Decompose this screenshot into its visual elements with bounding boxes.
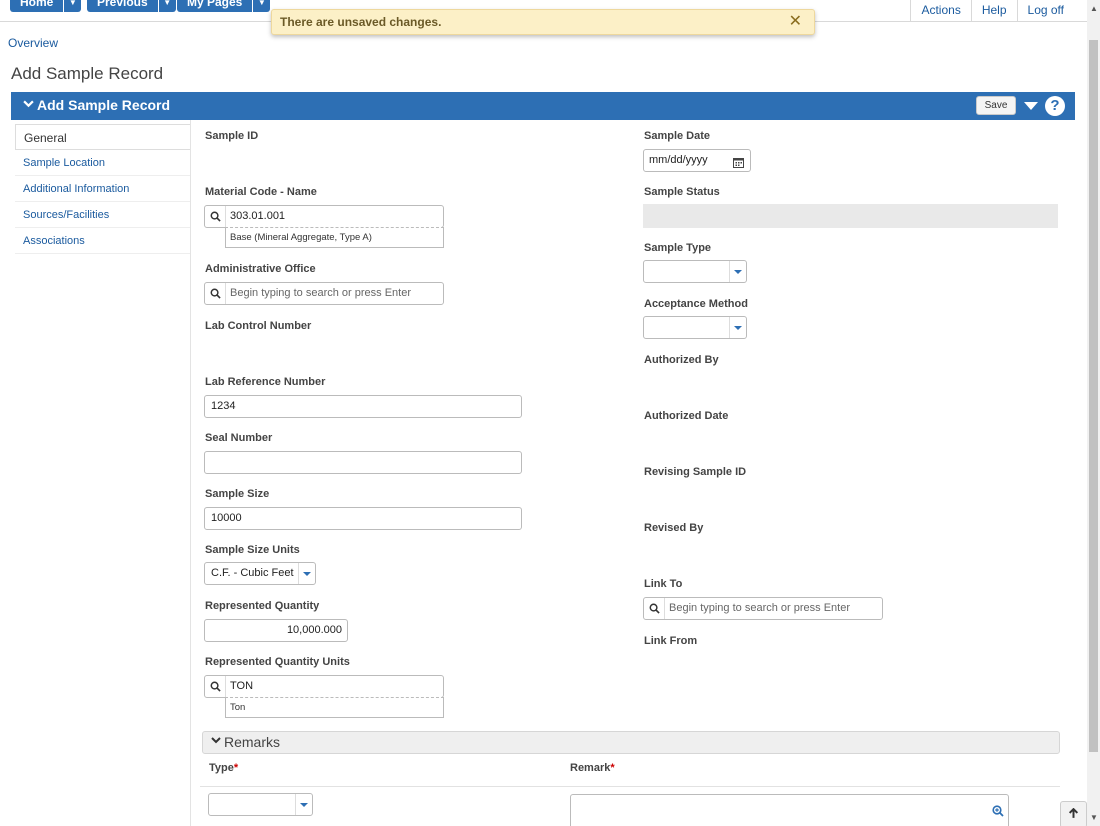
sample-date-placeholder: mm/dd/yyyy: [649, 154, 708, 166]
chevron-down-icon[interactable]: ▼: [63, 0, 81, 12]
log-off-link[interactable]: Log off: [1016, 0, 1074, 22]
vertical-scrollbar[interactable]: ▲ ▼: [1087, 0, 1100, 826]
my-pages-menu[interactable]: My Pages ▼: [177, 0, 271, 12]
authorized-by-label: Authorized By: [644, 354, 719, 366]
sidebar-item-sample-location[interactable]: Sample Location: [15, 150, 190, 176]
breadcrumb-overview[interactable]: Overview: [8, 36, 58, 50]
section-sidebar: General Sample Location Additional Infor…: [15, 124, 190, 254]
sample-id-label: Sample ID: [205, 130, 259, 142]
acceptance-method-label: Acceptance Method: [644, 298, 748, 310]
unsaved-changes-toast: There are unsaved changes. ✕: [271, 9, 815, 35]
remarks-title: Remarks: [224, 734, 281, 750]
panel-title: Add Sample Record: [37, 97, 171, 113]
material-code-description: Base (Mineral Aggregate, Type A): [225, 227, 444, 248]
chevron-down-icon[interactable]: [23, 98, 34, 112]
required-marker: *: [233, 762, 239, 774]
panel-header: Add Sample Record Save ?: [11, 92, 1075, 120]
close-icon[interactable]: ✕: [789, 10, 802, 34]
zoom-in-icon[interactable]: [992, 805, 1004, 820]
sample-size-input[interactable]: 10000: [204, 507, 522, 530]
acceptance-method-select[interactable]: [643, 316, 747, 339]
chevron-down-icon[interactable]: [729, 317, 746, 338]
scroll-down-icon[interactable]: ▼: [1090, 813, 1098, 822]
lab-reference-number-label: Lab Reference Number: [205, 376, 326, 388]
help-icon[interactable]: ?: [1045, 96, 1065, 116]
lab-control-number-label: Lab Control Number: [205, 320, 312, 332]
lab-reference-number-input[interactable]: 1234: [204, 395, 522, 418]
administrative-office-placeholder: Begin typing to search or press Enter: [230, 287, 411, 299]
sample-type-select[interactable]: [643, 260, 747, 283]
previous-button[interactable]: Previous: [87, 0, 158, 12]
sample-size-units-value: C.F. - Cubic Feet: [211, 567, 294, 579]
search-icon[interactable]: [205, 206, 226, 227]
represented-quantity-label: Represented Quantity: [205, 600, 320, 612]
remarks-remark-header: Remark*: [570, 762, 615, 774]
sidebar-item-additional-information[interactable]: Additional Information: [15, 176, 190, 202]
sample-size-label: Sample Size: [205, 488, 270, 500]
chevron-down-icon[interactable]: [729, 261, 746, 282]
link-to-field[interactable]: Begin typing to search or press Enter: [643, 597, 883, 620]
remark-header-text: Remark: [570, 762, 611, 774]
toast-message: There are unsaved changes.: [280, 15, 442, 29]
represented-quantity-units-description: Ton: [225, 697, 444, 718]
chevron-down-icon[interactable]: [295, 794, 312, 815]
sidebar-item-sources-facilities[interactable]: Sources/Facilities: [15, 202, 190, 228]
administrative-office-label: Administrative Office: [205, 263, 316, 275]
search-icon[interactable]: [205, 676, 226, 697]
scroll-up-icon[interactable]: ▲: [1090, 4, 1098, 13]
sample-date-input[interactable]: mm/dd/yyyy: [643, 149, 751, 172]
chevron-down-icon[interactable]: ▼: [252, 0, 270, 12]
remarks-divider: [200, 786, 1060, 787]
revised-by-label: Revised By: [644, 522, 704, 534]
material-code-label: Material Code - Name: [205, 186, 317, 198]
represented-quantity-input[interactable]: 10,000.000: [204, 619, 348, 642]
sample-type-label: Sample Type: [644, 242, 712, 254]
remarks-type-header: Type*: [209, 762, 238, 774]
material-code-field[interactable]: 303.01.001: [204, 205, 444, 228]
sidebar-item-associations[interactable]: Associations: [15, 228, 190, 254]
seal-number-label: Seal Number: [205, 432, 273, 444]
link-to-label: Link To: [644, 578, 683, 590]
link-from-label: Link From: [644, 635, 698, 647]
authorized-date-label: Authorized Date: [644, 410, 729, 422]
sample-date-label: Sample Date: [644, 130, 711, 142]
remarks-section-header[interactable]: Remarks: [202, 731, 1060, 754]
sidebar-item-general[interactable]: General: [15, 124, 190, 150]
scroll-to-top-button[interactable]: [1060, 801, 1087, 826]
previous-menu[interactable]: Previous ▼: [87, 0, 176, 12]
remark-type-select[interactable]: [208, 793, 313, 816]
administrative-office-field[interactable]: Begin typing to search or press Enter: [204, 282, 444, 305]
chevron-down-icon[interactable]: [211, 735, 221, 748]
represented-quantity-units-label: Represented Quantity Units: [205, 656, 350, 668]
panel-menu-icon[interactable]: [1024, 102, 1038, 110]
home-button[interactable]: Home: [10, 0, 63, 12]
scrollbar-thumb[interactable]: [1089, 40, 1098, 752]
remark-textarea[interactable]: [570, 794, 1009, 826]
search-icon[interactable]: [644, 598, 665, 619]
chevron-down-icon[interactable]: [298, 563, 315, 584]
search-icon[interactable]: [205, 283, 226, 304]
required-marker: *: [610, 762, 615, 774]
home-menu[interactable]: Home ▼: [10, 0, 82, 12]
save-button[interactable]: Save: [976, 96, 1016, 115]
revising-sample-id-label: Revising Sample ID: [644, 466, 747, 478]
sample-size-units-label: Sample Size Units: [205, 544, 300, 556]
my-pages-button[interactable]: My Pages: [177, 0, 252, 12]
represented-quantity-units-field[interactable]: TON: [204, 675, 444, 698]
sample-size-units-select[interactable]: C.F. - Cubic Feet: [204, 562, 316, 585]
represented-quantity-units-value: TON: [230, 680, 254, 692]
actions-link[interactable]: Actions: [910, 0, 970, 22]
calendar-icon[interactable]: [733, 155, 744, 176]
help-link[interactable]: Help: [970, 0, 1017, 22]
link-to-placeholder: Begin typing to search or press Enter: [669, 602, 850, 614]
seal-number-input[interactable]: [204, 451, 522, 474]
type-header-text: Type: [209, 762, 234, 774]
page-title: Add Sample Record: [11, 64, 164, 83]
material-code-value: 303.01.001: [230, 210, 286, 222]
sample-status-value: [643, 204, 1058, 228]
chevron-down-icon[interactable]: ▼: [157, 0, 176, 12]
top-links: Actions Help Log off: [910, 0, 1074, 22]
sample-status-label: Sample Status: [644, 186, 720, 198]
